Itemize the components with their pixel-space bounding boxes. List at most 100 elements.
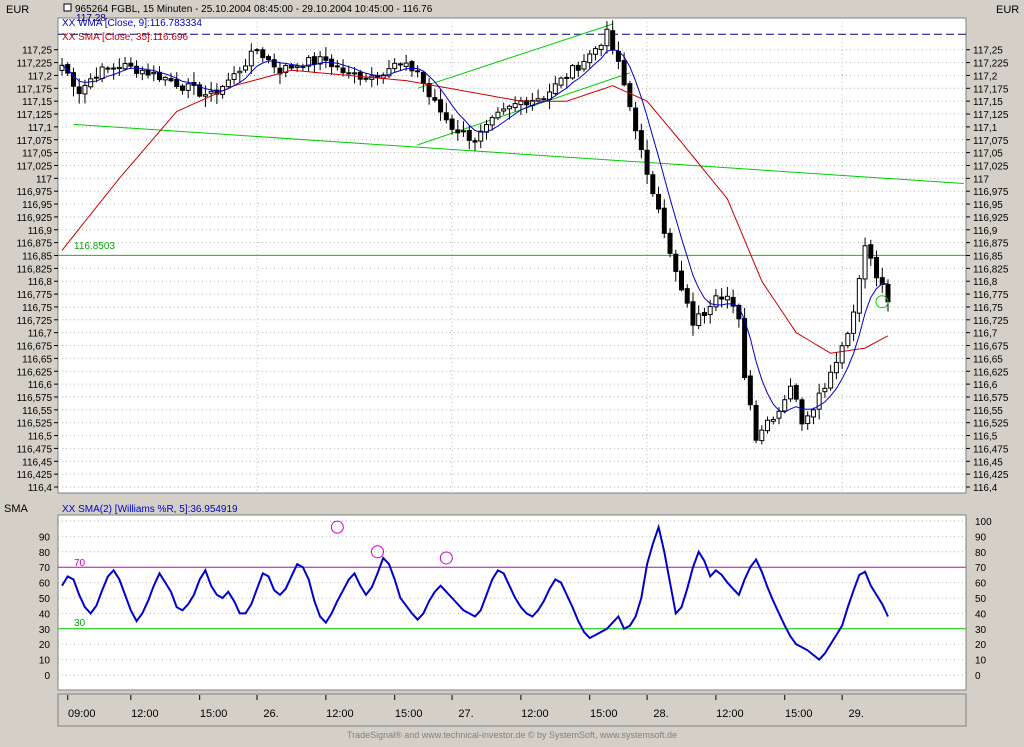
price-tick-label-right: 116,925 xyxy=(973,213,1009,224)
price-tick-label-left: 116,65 xyxy=(22,354,52,365)
candle-body xyxy=(397,63,403,66)
indicator-tick-label-right: 30 xyxy=(975,625,987,636)
candle-body xyxy=(673,253,679,272)
candle-body xyxy=(535,98,541,102)
candle-body xyxy=(340,67,346,74)
price-tick-label-left: 117 xyxy=(36,174,52,185)
candle-body xyxy=(420,71,426,84)
price-tick-label-left: 116,45 xyxy=(22,457,52,468)
price-tick-label-right: 117,15 xyxy=(973,97,1003,108)
indicator-tick-label-right: 0 xyxy=(975,671,981,682)
candle-body xyxy=(724,295,730,301)
price-tick-label-left: 116,5 xyxy=(28,432,53,443)
candle-body xyxy=(357,71,363,80)
candle-body xyxy=(443,112,449,121)
candle-body xyxy=(134,65,140,74)
currency-label-left: EUR xyxy=(6,4,29,16)
price-tick-label-left: 117,125 xyxy=(17,110,53,121)
candle-body xyxy=(426,83,432,98)
horizontal-level-label: 116.8503 xyxy=(74,241,115,252)
currency-label-right: EUR xyxy=(996,4,1019,16)
price-tick-label-left: 116,975 xyxy=(17,187,53,198)
candle-body xyxy=(208,90,214,94)
price-tick-label-right: 117,025 xyxy=(973,161,1009,172)
price-tick-label-left: 117,175 xyxy=(17,84,53,95)
candle-body xyxy=(604,28,610,47)
candle-body xyxy=(225,79,231,88)
candle-body xyxy=(558,77,564,86)
price-tick-label-left: 116,875 xyxy=(17,239,53,250)
price-tick-label-right: 117,1 xyxy=(973,123,998,134)
candle-body xyxy=(461,130,467,133)
indicator-tick-label-right: 100 xyxy=(975,517,992,528)
candle-body xyxy=(392,62,398,70)
candle-body xyxy=(334,65,340,68)
candle-body xyxy=(661,207,667,234)
price-tick-label-left: 117,025 xyxy=(17,161,53,172)
indicator-tick-label-left: 90 xyxy=(39,532,51,543)
candle-body xyxy=(633,107,639,132)
candle-body xyxy=(541,98,547,101)
candle-body xyxy=(489,117,495,126)
price-tick-label-right: 116,75 xyxy=(973,303,1003,314)
candle-body xyxy=(243,65,249,71)
price-tick-label-right: 116,55 xyxy=(973,406,1003,417)
candle-body xyxy=(93,76,99,79)
price-tick-label-right: 116,625 xyxy=(973,367,1009,378)
candle-body xyxy=(185,83,191,91)
candle-body xyxy=(805,415,811,425)
price-tick-label-right: 117,05 xyxy=(973,149,1003,160)
price-tick-label-left: 116,625 xyxy=(17,367,53,378)
candle-body xyxy=(782,399,788,412)
trading-chart-window: 117,25 117,225 117,2 117,175 117,15 117,125 11… xyxy=(0,0,1024,742)
candle-body xyxy=(202,94,208,97)
candle-body xyxy=(679,270,684,291)
candle-body xyxy=(311,56,317,65)
indicator-panel[interactable] xyxy=(57,514,967,691)
price-tick-label-right: 116,575 xyxy=(973,393,1009,404)
candle-body xyxy=(506,105,512,110)
indicator-tick-label-left: 80 xyxy=(39,548,51,559)
sma-legend: XX SMA [Close, 35]:116.696 xyxy=(62,32,188,43)
price-tick-label-right: 117,25 xyxy=(973,46,1003,57)
candle-body xyxy=(851,311,857,334)
candle-body xyxy=(512,103,518,109)
candle-body xyxy=(742,318,748,378)
price-tick-label-right: 117 xyxy=(973,174,989,185)
candle-body xyxy=(415,70,421,73)
price-tick-label-left: 116,725 xyxy=(17,316,53,327)
price-tick-label-right: 117,2 xyxy=(973,71,998,82)
candle-body xyxy=(260,49,266,59)
candle-body xyxy=(787,385,793,400)
candle-body xyxy=(833,361,839,374)
indicator-tick-label-left: 0 xyxy=(44,671,50,682)
indicator-tick-label-right: 10 xyxy=(975,656,987,667)
candle-body xyxy=(587,53,593,64)
price-tick-label-right: 116,6 xyxy=(973,380,998,391)
price-tick-label-left: 116,575 xyxy=(17,393,53,404)
price-tick-label-right: 116,875 xyxy=(973,239,1009,250)
price-tick-label-right: 116,8 xyxy=(973,277,998,288)
candle-body xyxy=(231,73,237,80)
candle-body xyxy=(650,174,656,195)
time-axis: 09:00 12:00 15:00 26. 12:00 15:00 27. 12:00 15:0… xyxy=(57,693,967,727)
price-tick-label-left: 116,775 xyxy=(17,290,53,301)
level-30-label: 30 xyxy=(74,618,86,629)
price-tick-label-left: 116,525 xyxy=(17,419,53,430)
candle-body xyxy=(346,72,352,75)
candle-body xyxy=(690,301,696,326)
candle-body xyxy=(839,345,845,364)
price-tick-label-left: 116,475 xyxy=(17,444,53,455)
price-tick-label-right: 116,725 xyxy=(973,316,1009,327)
price-tick-label-left: 117,1 xyxy=(28,123,53,134)
price-tick-label-left: 117,075 xyxy=(17,136,53,147)
candle-body xyxy=(793,385,799,400)
price-tick-label-left: 116,9 xyxy=(28,226,53,237)
title-box-icon[interactable] xyxy=(63,3,72,12)
price-tick-label-right: 116,775 xyxy=(973,290,1009,301)
candle-body xyxy=(472,140,478,143)
candle-body xyxy=(352,72,358,75)
candle-body xyxy=(174,78,180,87)
candle-body xyxy=(432,97,438,101)
indicator-tick-label-right: 70 xyxy=(975,563,987,574)
